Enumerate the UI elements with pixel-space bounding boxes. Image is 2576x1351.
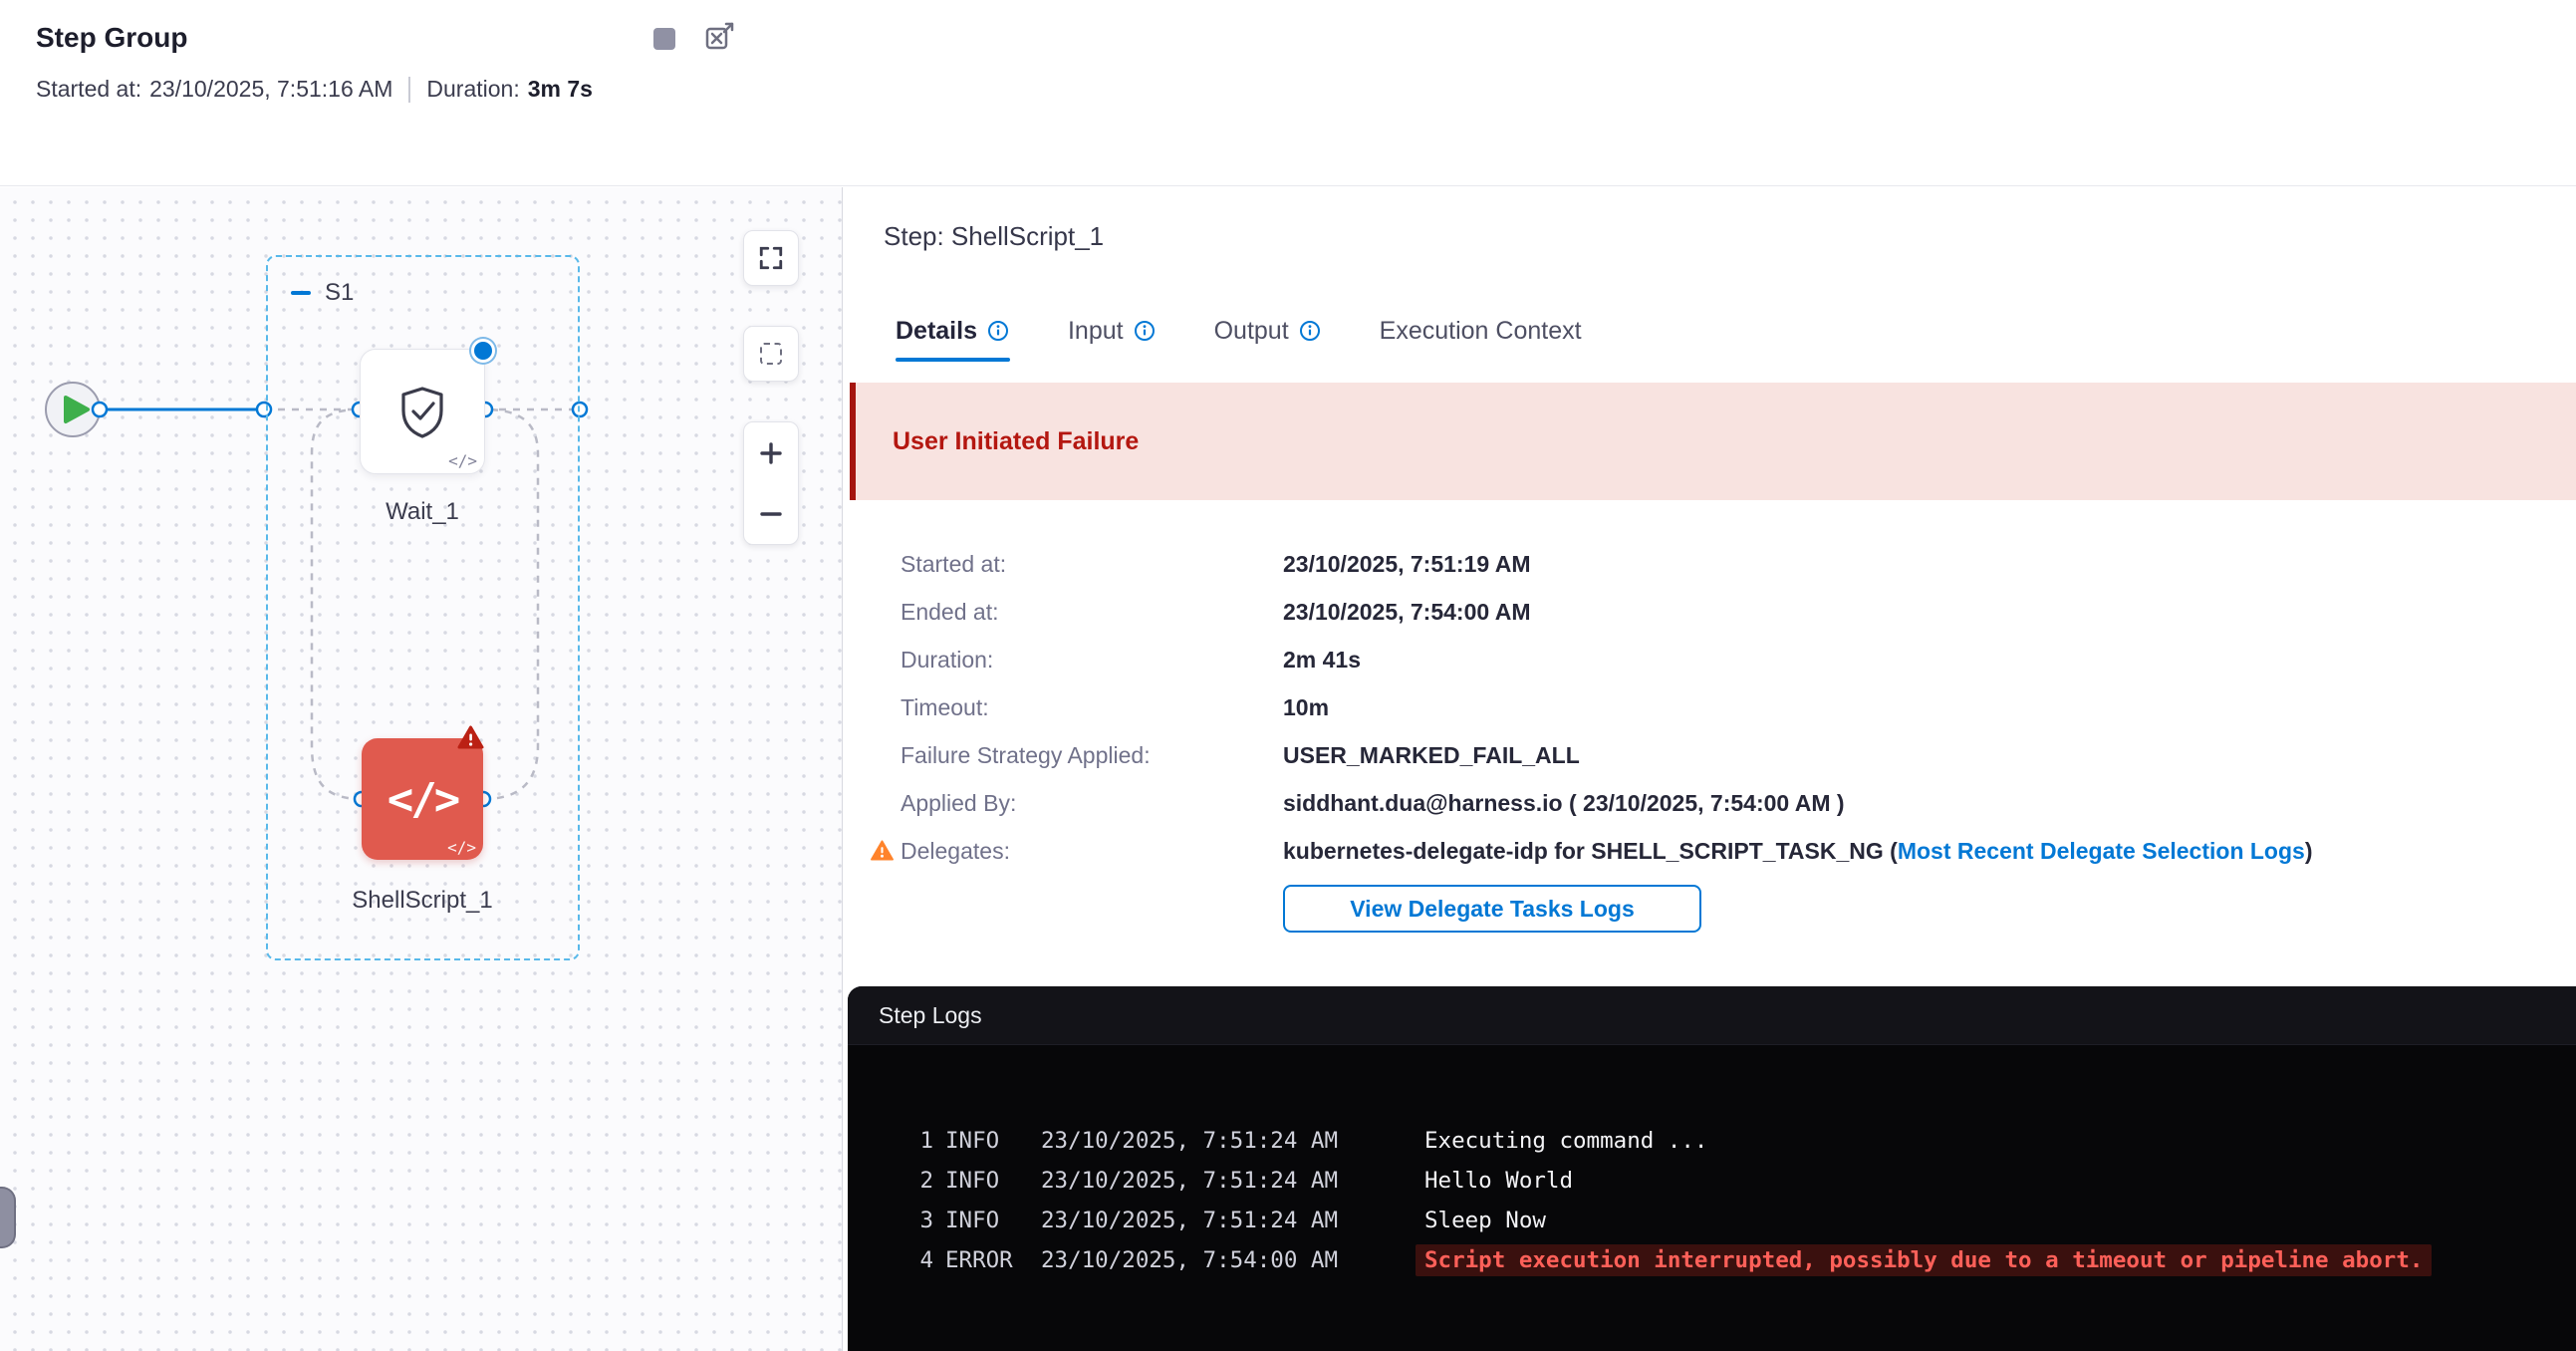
tab-input[interactable]: Input: [1068, 317, 1157, 346]
tab-execution-context[interactable]: Execution Context: [1380, 317, 1582, 346]
collapsed-panel-handle[interactable]: [0, 1187, 16, 1248]
duration-label: Duration:: [426, 76, 519, 103]
detail-row: Failure Strategy Applied: USER_MARKED_FA…: [844, 731, 2576, 779]
pipeline-canvas[interactable]: S1 </> Wait_1 </> </> ShellScript_1: [0, 187, 843, 1351]
tab-execution-context-label: Execution Context: [1380, 317, 1582, 346]
detail-row: Applied By: siddhant.dua@harness.io ( 23…: [844, 779, 2576, 827]
page-title: Step Group: [36, 22, 187, 54]
log-line: 2 INFO 23/10/2025, 7:51:24 AM Hello Worl…: [848, 1161, 2576, 1201]
started-at-value: 23/10/2025, 7:51:16 AM: [149, 76, 392, 103]
shell-script-icon: </>: [387, 774, 457, 825]
delegate-warning-icon: [871, 840, 894, 866]
step-panel-title: Step: ShellScript_1: [884, 221, 1104, 252]
detail-label: Applied By:: [901, 790, 1283, 817]
code-icon: </>: [448, 451, 477, 470]
info-icon[interactable]: [1298, 319, 1322, 343]
selection-box-icon: [760, 343, 782, 365]
tab-output[interactable]: Output: [1214, 317, 1322, 346]
step-logs-console[interactable]: Step Logs 1 INFO 23/10/2025, 7:51:24 AM …: [848, 986, 2576, 1351]
execution-meta: Started at: 23/10/2025, 7:51:16 AM Durat…: [36, 76, 593, 103]
detail-value: 23/10/2025, 7:51:19 AM: [1283, 551, 1530, 578]
started-at-label: Started at:: [36, 76, 141, 103]
info-icon[interactable]: [986, 319, 1010, 343]
step-logs-header: Step Logs: [848, 986, 2576, 1045]
detail-row: Ended at: 23/10/2025, 7:54:00 AM: [844, 588, 2576, 636]
zoom-controls: [743, 421, 799, 545]
node-shellscript-1[interactable]: </> </>: [362, 738, 483, 860]
wait-node-label: Wait_1: [323, 498, 522, 526]
stop-icon[interactable]: [653, 28, 675, 50]
plus-icon: [759, 441, 783, 465]
detail-value: 23/10/2025, 7:54:00 AM: [1283, 599, 1530, 626]
node-wait-1[interactable]: </>: [360, 349, 485, 474]
duration-value: 3m 7s: [528, 76, 593, 103]
detail-label: Failure Strategy Applied:: [901, 742, 1283, 769]
abort-expand-icon[interactable]: [701, 18, 739, 56]
tab-details-label: Details: [896, 317, 977, 346]
execution-header: Step Group Started at: 23/10/2025, 7:51:…: [0, 0, 2576, 186]
code-icon: </>: [447, 838, 476, 857]
detail-value: 10m: [1283, 694, 1329, 721]
shell-node-label: ShellScript_1: [323, 887, 522, 915]
detail-label: Delegates:: [901, 838, 1283, 865]
failure-warning-icon: [457, 725, 484, 755]
step-details-panel: Step: ShellScript_1 Details Input Output: [844, 187, 2576, 1351]
detail-label: Started at:: [901, 551, 1283, 578]
info-icon[interactable]: [1133, 319, 1157, 343]
log-line: 1 INFO 23/10/2025, 7:51:24 AM Executing …: [848, 1121, 2576, 1161]
log-area: 1 INFO 23/10/2025, 7:51:24 AM Executing …: [848, 1045, 2576, 1280]
detail-rows: Started at: 23/10/2025, 7:51:19 AM Ended…: [844, 540, 2576, 875]
detail-label: Ended at:: [901, 599, 1283, 626]
tab-details[interactable]: Details: [896, 317, 1010, 346]
log-line-error: 4 ERROR 23/10/2025, 7:54:00 AM Script ex…: [848, 1240, 2576, 1280]
detail-label: Timeout:: [901, 694, 1283, 721]
status-dot-success: [471, 339, 495, 363]
step-logs-title: Step Logs: [879, 1002, 982, 1029]
fullscreen-icon: [758, 245, 784, 271]
marquee-select-button[interactable]: [743, 326, 799, 382]
detail-row: Duration: 2m 41s: [844, 636, 2576, 683]
collapse-group-icon[interactable]: [291, 291, 311, 295]
delegate-value-prefix: kubernetes-delegate-idp for SHELL_SCRIPT…: [1283, 838, 1898, 865]
zoom-out-button[interactable]: [743, 483, 799, 544]
step-group-label: S1: [325, 279, 354, 307]
meta-divider: [408, 77, 410, 103]
tab-input-label: Input: [1068, 317, 1124, 346]
tab-output-label: Output: [1214, 317, 1289, 346]
detail-row: Timeout: 10m: [844, 683, 2576, 731]
wait-step-icon: [392, 382, 452, 441]
detail-value: 2m 41s: [1283, 647, 1361, 674]
delegate-value-suffix: ): [2305, 838, 2313, 865]
fit-to-screen-button[interactable]: [743, 230, 799, 286]
failure-banner: User Initiated Failure: [850, 383, 2576, 500]
detail-label: Duration:: [901, 647, 1283, 674]
detail-tabs: Details Input Output Executio: [896, 305, 1582, 357]
detail-value: siddhant.dua@harness.io ( 23/10/2025, 7:…: [1283, 790, 1845, 817]
minus-icon: [759, 502, 783, 526]
detail-row: Started at: 23/10/2025, 7:51:19 AM: [844, 540, 2576, 588]
failure-banner-text: User Initiated Failure: [893, 427, 1139, 456]
detail-value: USER_MARKED_FAIL_ALL: [1283, 742, 1580, 769]
view-delegate-tasks-logs-button[interactable]: View Delegate Tasks Logs: [1283, 885, 1701, 933]
detail-row-delegates: Delegates: kubernetes-delegate-idp for S…: [844, 827, 2576, 875]
zoom-in-button[interactable]: [743, 422, 799, 483]
log-line: 3 INFO 23/10/2025, 7:51:24 AM Sleep Now: [848, 1201, 2576, 1240]
delegate-selection-logs-link[interactable]: Most Recent Delegate Selection Logs: [1898, 838, 2305, 865]
